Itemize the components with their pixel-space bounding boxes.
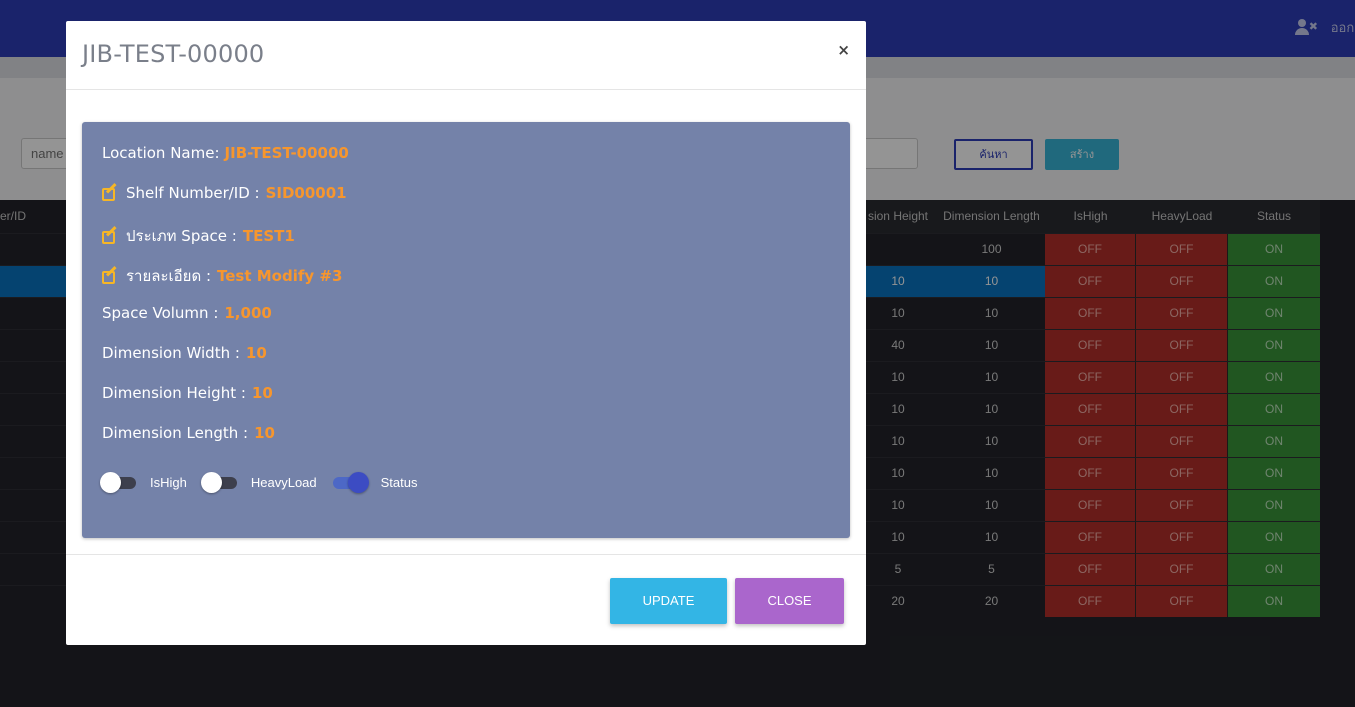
heavyload-label: HeavyLoad: [250, 475, 317, 490]
width-value: 10: [245, 344, 267, 362]
status-toggle[interactable]: [332, 471, 369, 493]
edit-icon[interactable]: [102, 182, 119, 201]
space-type-row[interactable]: ประเภท Space : TEST1: [102, 224, 295, 248]
update-button[interactable]: UPDATE: [610, 578, 727, 624]
edit-icon[interactable]: [102, 265, 119, 284]
edit-icon[interactable]: [102, 225, 119, 244]
heavyload-toggle[interactable]: [200, 471, 237, 493]
volume-row: Space Volumn : 1,000: [102, 304, 272, 322]
height-label: Dimension Height :: [102, 384, 246, 402]
location-name-label: Location Name:: [102, 144, 220, 162]
status-label: Status: [380, 475, 418, 490]
space-type-label: ประเภท Space :: [126, 227, 237, 245]
location-info-card: Location Name: JIB-TEST-00000 Shelf Numb…: [82, 122, 850, 538]
location-name-value: JIB-TEST-00000: [224, 144, 349, 162]
length-value: 10: [254, 424, 275, 442]
detail-row[interactable]: รายละเอียด : Test Modify #3: [102, 264, 342, 288]
location-detail-modal: JIB-TEST-00000 × Location Name: JIB-TEST…: [66, 21, 866, 645]
toggle-knob[interactable]: [347, 471, 369, 493]
detail-value: Test Modify #3: [217, 267, 343, 285]
shelf-row[interactable]: Shelf Number/ID : SID00001: [102, 182, 347, 202]
length-row: Dimension Length : 10: [102, 424, 275, 442]
toggle-group: IsHigh HeavyLoad Status: [100, 471, 434, 493]
width-row: Dimension Width : 10: [102, 344, 267, 362]
location-name-row: Location Name: JIB-TEST-00000: [102, 144, 349, 162]
modal-title: JIB-TEST-00000: [82, 40, 265, 68]
detail-label: รายละเอียด :: [126, 267, 212, 285]
ishigh-label: IsHigh: [150, 475, 187, 490]
shelf-label: Shelf Number/ID :: [126, 184, 260, 202]
modal-header: JIB-TEST-00000 ×: [66, 21, 866, 90]
modal-footer: UPDATE CLOSE: [66, 554, 866, 645]
toggle-knob[interactable]: [200, 471, 222, 493]
space-type-value: TEST1: [242, 227, 295, 245]
height-row: Dimension Height : 10: [102, 384, 273, 402]
toggle-knob[interactable]: [100, 471, 121, 493]
width-label: Dimension Width :: [102, 344, 240, 362]
length-label: Dimension Length :: [102, 424, 249, 442]
height-value: 10: [251, 384, 273, 402]
volume-label: Space Volumn :: [102, 304, 219, 322]
volume-value: 1,000: [224, 304, 272, 322]
ishigh-toggle[interactable]: [100, 471, 136, 493]
close-button[interactable]: CLOSE: [735, 578, 844, 624]
shelf-value: SID00001: [265, 184, 347, 202]
close-icon[interactable]: ×: [837, 41, 850, 59]
